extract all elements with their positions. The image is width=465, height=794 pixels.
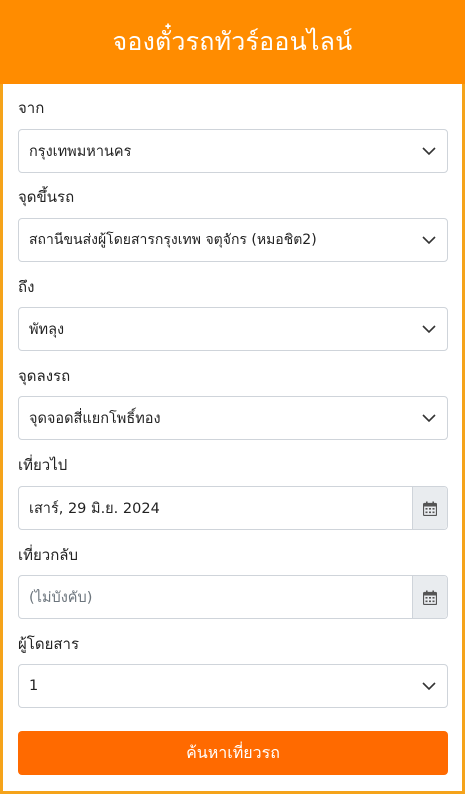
depart-date-field[interactable]: เสาร์, 29 มิ.ย. 2024 xyxy=(18,486,448,530)
chevron-down-icon xyxy=(422,682,436,691)
depart-calendar-button[interactable] xyxy=(412,487,447,529)
dropoff-label: จุดลงรถ xyxy=(18,367,71,385)
dropoff-select[interactable]: จุดจอดสี่แยกโพธิ์ทอง xyxy=(18,396,448,440)
return-calendar-button[interactable] xyxy=(412,576,447,618)
from-select[interactable]: กรุงเทพมหานคร xyxy=(18,129,448,173)
depart-label: เที่ยวไป xyxy=(18,456,68,474)
return-date-input[interactable]: (ไม่บังคับ) xyxy=(19,576,412,618)
passengers-label: ผู้โดยสาร xyxy=(18,635,80,653)
header: จองตั๋วรถทัวร์ออนไลน์ xyxy=(0,0,465,84)
passengers-value: 1 xyxy=(29,678,39,694)
to-label: ถึง xyxy=(18,278,35,296)
pickup-value: สถานีขนส่งผู้โดยสารกรุงเทพ จตุจักร (หมอช… xyxy=(29,232,317,248)
to-select[interactable]: พัทลุง xyxy=(18,307,448,351)
chevron-down-icon xyxy=(422,414,436,423)
calendar-icon xyxy=(423,590,437,605)
return-label: เที่ยวกลับ xyxy=(18,546,79,564)
page-title: จองตั๋วรถทัวร์ออนไลน์ xyxy=(112,27,353,56)
chevron-down-icon xyxy=(422,147,436,156)
pickup-label: จุดขึ้นรถ xyxy=(18,188,75,206)
dropoff-value: จุดจอดสี่แยกโพธิ์ทอง xyxy=(29,410,161,427)
passengers-select[interactable]: 1 xyxy=(18,664,448,708)
chevron-down-icon xyxy=(422,236,436,245)
depart-date-input[interactable]: เสาร์, 29 มิ.ย. 2024 xyxy=(19,487,412,529)
calendar-icon xyxy=(423,501,437,516)
chevron-down-icon xyxy=(422,325,436,334)
to-value: พัทลุง xyxy=(29,321,65,338)
from-value: กรุงเทพมหานคร xyxy=(29,143,132,160)
search-trips-button[interactable]: ค้นหาเที่ยวรถ xyxy=(18,731,448,775)
return-date-field[interactable]: (ไม่บังคับ) xyxy=(18,575,448,619)
pickup-select[interactable]: สถานีขนส่งผู้โดยสารกรุงเทพ จตุจักร (หมอช… xyxy=(18,218,448,262)
from-label: จาก xyxy=(18,99,45,117)
